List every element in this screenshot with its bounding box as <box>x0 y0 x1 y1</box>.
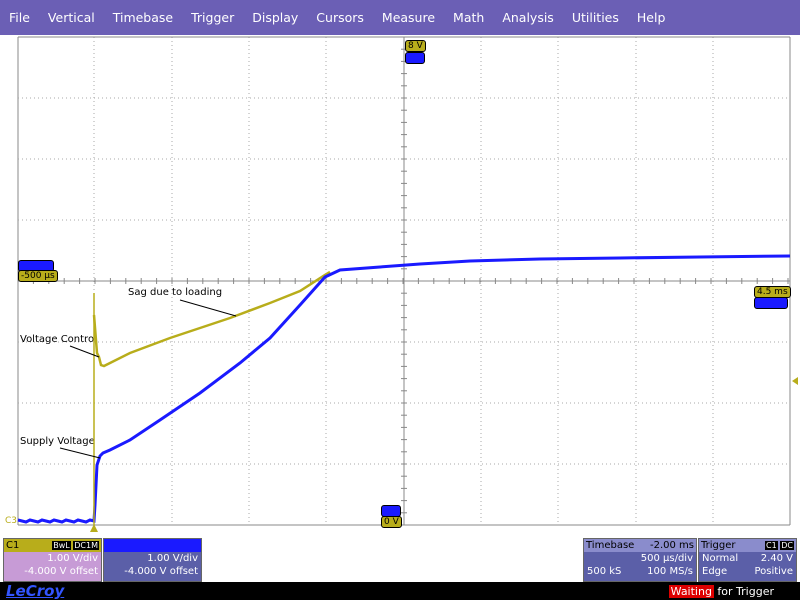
timebase-delay: -2.00 ms <box>649 540 694 551</box>
menu-cursors[interactable]: Cursors <box>307 0 373 35</box>
channel1-name: C1 <box>6 540 20 551</box>
trigger-status-waiting: Waiting <box>668 585 714 598</box>
graticule <box>17 36 791 526</box>
menu-timebase[interactable]: Timebase <box>104 0 182 35</box>
trigger-status-rest: for Trigger <box>713 585 774 598</box>
menu-trigger[interactable]: Trigger <box>182 0 243 35</box>
channel1-vdiv: 1.00 V/div <box>47 553 98 564</box>
annotation-voltage-control: Voltage Control <box>20 334 97 345</box>
trigger-mode: Normal <box>702 553 739 564</box>
left-time-marker: -500 µs <box>18 270 58 282</box>
trigger-source: C1 <box>765 541 778 550</box>
channel2-descriptor[interactable]: 1.00 V/div -4.000 V offset <box>103 538 202 582</box>
menu-measure[interactable]: Measure <box>373 0 444 35</box>
channel1-coupling: DC1M <box>73 541 99 550</box>
trigger-coupling: DC <box>780 541 794 550</box>
timebase-label: Timebase <box>586 540 635 551</box>
channel2-vdiv: 1.00 V/div <box>147 553 198 564</box>
timebase-rate: 100 MS/s <box>647 566 693 577</box>
top-trace-marker <box>405 52 425 64</box>
menu-analysis[interactable]: Analysis <box>493 0 563 35</box>
status-bar: LeCroy Waiting for Trigger <box>0 582 800 600</box>
channel1-descriptor[interactable]: C1 BwL DC1M 1.00 V/div -4.000 V offset <box>3 538 102 582</box>
trigger-level: 2.40 V <box>760 553 793 564</box>
scope-display: 8 V 0 V -500 µs 4.5 ms C3 Sag due to loa… <box>0 35 800 535</box>
timebase-tdiv: 500 µs/div <box>640 553 693 564</box>
channel1-bwl: BwL <box>52 541 71 550</box>
trigger-slope: Positive <box>754 566 793 577</box>
timebase-samples: 500 kS <box>587 566 622 577</box>
timebase-descriptor[interactable]: Timebase -2.00 ms 500 µs/div 500 kS 100 … <box>583 538 697 582</box>
menu-help[interactable]: Help <box>628 0 675 35</box>
annotation-supply-voltage: Supply Voltage <box>20 436 95 447</box>
channel2-offset: -4.000 V offset <box>124 566 198 577</box>
menu-utilities[interactable]: Utilities <box>563 0 628 35</box>
top-level-marker: 8 V <box>405 40 426 52</box>
channel1-offset: -4.000 V offset <box>24 566 98 577</box>
annotation-sag: Sag due to loading <box>128 287 223 298</box>
menu-file[interactable]: File <box>0 0 39 35</box>
menu-math[interactable]: Math <box>444 0 493 35</box>
menu-vertical[interactable]: Vertical <box>39 0 104 35</box>
trigger-descriptor[interactable]: Trigger C1 DC Normal 2.40 V Edge Positiv… <box>698 538 797 582</box>
trigger-type: Edge <box>702 566 728 577</box>
menu-display[interactable]: Display <box>243 0 307 35</box>
trigger-status: Waiting for Trigger <box>668 585 774 598</box>
bottom-panel: C1 BwL DC1M 1.00 V/div -4.000 V offset 1… <box>0 535 800 582</box>
lecroy-logo: LeCroy <box>6 582 65 600</box>
right-time-marker-blue <box>754 297 788 309</box>
trigger-label: Trigger <box>701 540 736 551</box>
menu-bar: File Vertical Timebase Trigger Display Cursor… <box>0 0 800 35</box>
